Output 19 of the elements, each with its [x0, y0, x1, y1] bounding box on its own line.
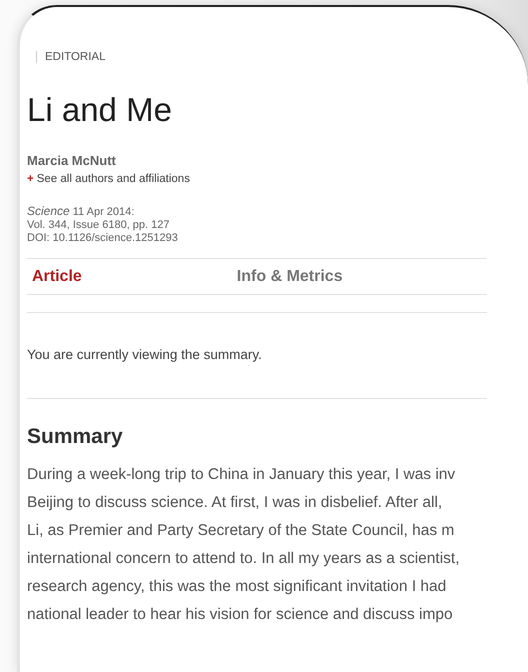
authors-link[interactable]: See all authors and affiliations: [36, 173, 190, 185]
summary-heading: Summary: [27, 425, 124, 449]
journal-name: Science: [27, 204, 70, 218]
summary-text-line: research agency, this was the most significant invitation I had: [27, 577, 448, 597]
tab[interactable]: Info & Metrics: [232, 264, 348, 290]
publication-date: 11 Apr 2014:: [72, 206, 134, 218]
summary-text-line: During a week-long trip to China in January this year, I was inv: [27, 465, 456, 485]
section-label: EDITORIAL: [36, 51, 106, 63]
summary-text-line: national leader to hear his vision for science and discuss impo: [27, 605, 454, 625]
summary-text-line: international concern to attend to. In all my years as a scientist,: [27, 549, 461, 569]
citation-volume: Vol. 344, Issue 6180, pp. 127: [27, 219, 171, 232]
summary-notice: You are currently viewing the summary.: [27, 347, 263, 362]
article-title: Li and Me: [27, 91, 173, 129]
tab[interactable]: Article: [27, 264, 87, 290]
summary-text-line: Li, as Premier and Party Secretary of the State Council, has m: [27, 521, 456, 541]
summary-text-line: Beijing to discuss science. At first, I was in disbelief. After all,: [27, 493, 444, 513]
plus-icon: +: [27, 173, 34, 185]
citation-doi: DOI: 10.1126/science.1251293: [27, 232, 179, 245]
author-name: Marcia McNutt: [27, 153, 117, 168]
